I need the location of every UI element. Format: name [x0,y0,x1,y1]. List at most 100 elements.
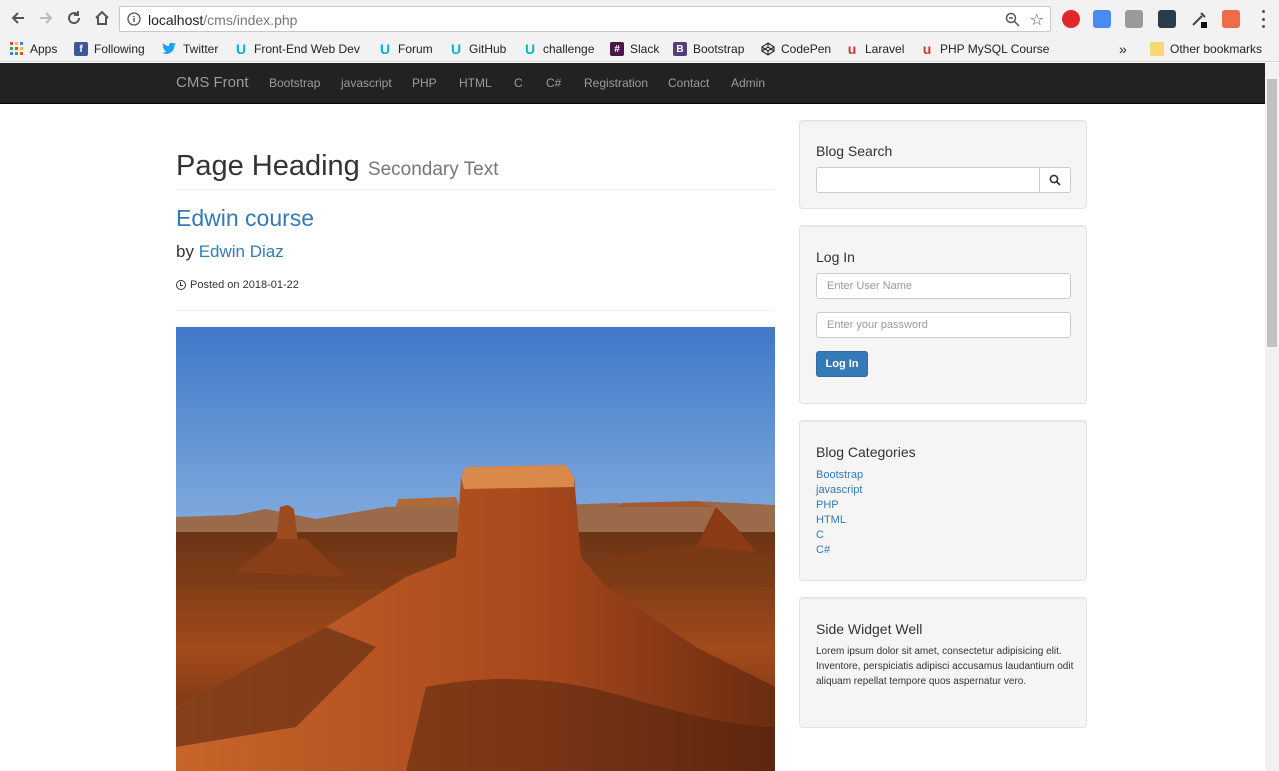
bookmark-item[interactable]: U Forum [378,40,433,58]
blog-search-input[interactable] [816,167,1040,193]
nav-link-php[interactable]: PHP [412,76,437,90]
category-link-c[interactable]: C [816,528,863,543]
laravel-icon: u [847,41,857,57]
bookmark-label: PHP MySQL Course [940,42,1050,56]
bookmark-label: Slack [630,42,660,56]
categories-list: Bootstrap javascript PHP HTML C C# [816,468,863,558]
udemy-extension-icon[interactable] [1158,10,1176,28]
translate-icon[interactable] [1093,10,1111,28]
bookmark-item[interactable]: f Following [74,40,145,58]
login-button[interactable]: Log In [816,351,868,377]
password-field[interactable]: Enter your password [816,312,1071,338]
category-link-javascript[interactable]: javascript [816,483,863,498]
slack-icon: # [610,42,624,56]
page-subheading: Secondary Text [367,159,499,180]
category-link-php[interactable]: PHP [816,498,863,513]
color-picker-icon[interactable] [1190,10,1208,28]
category-link-csharp[interactable]: C# [816,543,863,558]
post-image [176,327,775,771]
address-bar[interactable]: localhost/cms/index.php ☆ [119,6,1051,32]
post-title-link[interactable]: Edwin course [176,205,314,232]
divider [176,310,775,311]
other-bookmarks-folder[interactable]: Other bookmarks [1150,40,1262,58]
info-icon[interactable] [127,12,141,26]
post-date: Posted on 2018-01-22 [176,279,299,291]
url-text[interactable]: localhost/cms/index.php [148,12,297,28]
opera-icon[interactable] [1062,10,1080,28]
bookmark-item[interactable]: # Slack [610,40,659,58]
bookmark-item[interactable]: u PHP MySQL Course [920,40,1050,58]
home-button[interactable] [92,8,112,28]
nav-link-c[interactable]: C [514,76,523,90]
extension-cube-icon[interactable] [1125,10,1143,28]
scrollbar-thumb[interactable] [1267,79,1277,347]
nav-link-javascript[interactable]: javascript [341,76,392,90]
page-heading: Page Heading Secondary Text [176,150,499,183]
overflow-chevron-icon: » [1119,41,1127,57]
forward-arrow-icon [40,12,53,24]
bookmark-item[interactable]: B Bootstrap [673,40,744,58]
navbar-brand[interactable]: CMS Front [176,74,249,91]
nav-link-html[interactable]: HTML [459,76,492,90]
codepen-icon [761,42,775,56]
side-widget-text: Lorem ipsum dolor sit amet, consectetur … [816,646,1074,687]
category-link-bootstrap[interactable]: Bootstrap [816,468,863,483]
nav-link-contact[interactable]: Contact [668,76,709,90]
folder-icon [1150,42,1164,56]
categories-title: Blog Categories [816,444,916,460]
home-icon [95,10,109,25]
bookmark-star-icon[interactable]: ☆ [1030,10,1044,30]
back-button[interactable] [8,8,28,28]
page-scrollbar[interactable] [1265,63,1279,771]
username-field[interactable]: Enter User Name [816,273,1071,299]
bookmark-label: CodePen [781,42,832,56]
bookmark-label: Other bookmarks [1170,42,1263,56]
forward-button[interactable] [36,8,56,28]
bookmark-item[interactable]: u Laravel [845,40,905,58]
nav-link-admin[interactable]: Admin [731,76,765,90]
bookmark-item[interactable]: U Front-End Web Dev [234,40,360,58]
site-navbar: CMS Front Bootstrap javascript PHP HTML … [0,63,1265,104]
bookmarks-overflow-button[interactable]: » [1119,40,1127,58]
bookmark-label: challenge [543,42,595,56]
nav-link-registration[interactable]: Registration [584,76,648,90]
divider [176,189,775,190]
bookmark-label: Laravel [865,42,905,56]
blog-search-title: Blog Search [816,143,893,159]
browser-toolbar: localhost/cms/index.php ☆ [0,0,1279,37]
bookmark-item[interactable]: U GitHub [449,40,506,58]
bookmarks-bar: Apps f Following Twitter U Front-End Web… [0,37,1279,62]
nav-link-bootstrap[interactable]: Bootstrap [269,76,320,90]
apps-grid-icon [10,42,23,55]
blog-search-well: Blog Search [799,120,1087,209]
login-well: Log In Enter User Name Enter your passwo… [799,225,1087,404]
bookmark-item[interactable]: U challenge [523,40,594,58]
browser-menu-icon[interactable] [1256,10,1270,28]
back-arrow-icon [11,12,24,24]
bookmark-item[interactable]: Twitter [161,40,218,58]
zoom-icon[interactable] [1005,12,1020,27]
blog-categories-well: Blog Categories Bootstrap javascript PHP… [799,420,1087,581]
reload-icon [68,11,81,25]
search-icon [1049,174,1061,186]
bookmark-label: Bootstrap [693,42,745,56]
bookmark-item[interactable]: CodePen [761,40,831,58]
reload-button[interactable] [64,8,84,28]
bookmark-label: Following [94,42,145,56]
page-heading-text: Page Heading [176,150,360,182]
url-path: /cms/index.php [203,12,298,28]
blog-search-button[interactable] [1039,167,1071,193]
url-host: localhost [148,12,204,28]
udemy-icon: U [524,41,536,57]
bookmark-label: Front-End Web Dev [254,42,360,56]
by-label: by [176,242,194,261]
bootstrap-icon: B [673,42,687,56]
post-author: by Edwin Diaz [176,242,284,262]
bookmark-item[interactable]: Apps [10,40,57,58]
extension-orange-icon[interactable] [1222,10,1240,28]
udemy-icon: u [922,41,932,57]
nav-link-csharp[interactable]: C# [546,76,561,90]
author-link[interactable]: Edwin Diaz [199,242,284,261]
category-link-html[interactable]: HTML [816,513,863,528]
side-widget-title: Side Widget Well [816,621,923,637]
